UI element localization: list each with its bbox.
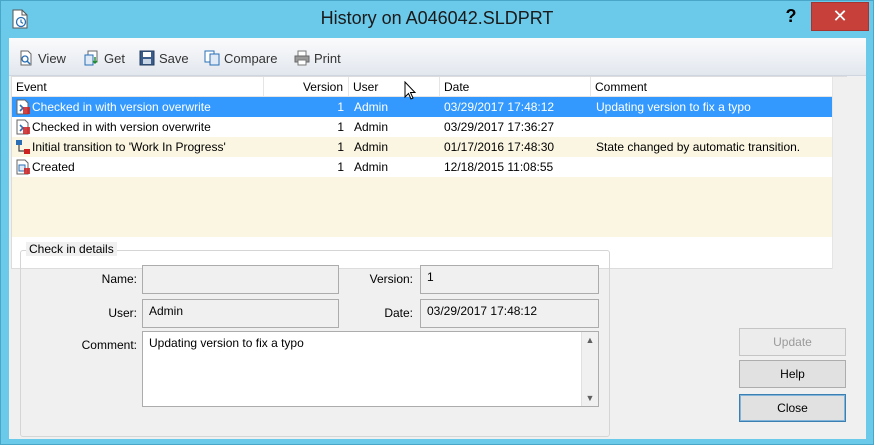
date-field[interactable]: 03/29/2017 17:48:12 bbox=[420, 299, 599, 328]
print-icon bbox=[294, 50, 310, 66]
get-button[interactable]: Get bbox=[84, 49, 125, 67]
update-button[interactable]: Update bbox=[739, 328, 846, 356]
column-header-user[interactable]: User bbox=[349, 77, 440, 97]
cell-event: Initial transition to 'Work In Progress' bbox=[32, 140, 226, 154]
empty-row bbox=[12, 197, 832, 217]
empty-row bbox=[12, 177, 832, 197]
comment-text: Updating version to fix a typo bbox=[149, 336, 304, 350]
save-label: Save bbox=[159, 50, 189, 66]
created-icon bbox=[16, 159, 30, 175]
column-header-date[interactable]: Date bbox=[440, 77, 591, 97]
checkin-icon bbox=[16, 119, 30, 135]
get-icon bbox=[84, 50, 98, 66]
cell-comment: State changed by automatic transition. bbox=[596, 140, 801, 154]
cell-user: Admin bbox=[354, 160, 389, 174]
column-header-event[interactable]: Event bbox=[12, 77, 264, 97]
table-row[interactable]: Checked in with version overwrite 1 Admin 0… bbox=[12, 97, 832, 117]
cell-comment: Updating version to fix a typo bbox=[596, 100, 751, 114]
cell-date: 12/18/2015 11:08:55 bbox=[444, 160, 554, 174]
cell-event: Created bbox=[32, 160, 75, 174]
checkin-icon bbox=[16, 99, 30, 115]
workflow-icon bbox=[16, 140, 30, 154]
save-icon bbox=[139, 50, 155, 66]
window-title: History on A046042.SLDPRT bbox=[320, 8, 554, 28]
list-scrollbar[interactable] bbox=[832, 77, 848, 269]
view-label: View bbox=[38, 50, 66, 66]
compare-label: Compare bbox=[224, 50, 278, 66]
cell-version: 1 bbox=[337, 140, 344, 154]
comment-label: Comment: bbox=[81, 338, 137, 352]
cell-date: 03/29/2017 17:36:27 bbox=[444, 120, 555, 134]
mouse-cursor-icon bbox=[404, 81, 417, 100]
cell-date: 01/17/2016 17:48:30 bbox=[444, 140, 555, 154]
save-button[interactable]: Save bbox=[139, 49, 189, 67]
user-label: User: bbox=[108, 306, 137, 320]
cell-version: 1 bbox=[337, 100, 344, 114]
dialog-body: View Get Save Compare Print Event Versio… bbox=[9, 38, 866, 439]
comment-scrollbar[interactable]: ▲ ▼ bbox=[581, 332, 598, 406]
cell-user: Admin bbox=[354, 140, 389, 154]
get-label: Get bbox=[104, 50, 125, 66]
version-label: Version: bbox=[369, 272, 413, 286]
close-icon[interactable]: ✕ bbox=[811, 2, 869, 31]
date-label: Date: bbox=[384, 306, 413, 320]
history-list[interactable]: Event Version User Date Comment Checked … bbox=[11, 76, 848, 269]
name-label: Name: bbox=[101, 272, 137, 286]
scroll-up-icon[interactable]: ▲ bbox=[582, 332, 598, 348]
column-header-version[interactable]: Version bbox=[264, 77, 349, 97]
comment-textarea[interactable]: Updating version to fix a typo ▲ ▼ bbox=[142, 331, 599, 407]
help-button[interactable]: Help bbox=[739, 360, 846, 388]
cell-comment bbox=[596, 117, 832, 137]
list-header: Event Version User Date Comment bbox=[12, 77, 832, 97]
cell-event: Checked in with version overwrite bbox=[32, 120, 211, 134]
table-row[interactable]: Checked in with version overwrite 1 Admin 0… bbox=[12, 117, 832, 137]
toolbar: View Get Save Compare Print bbox=[9, 38, 866, 76]
print-button[interactable]: Print bbox=[294, 49, 341, 67]
column-header-comment[interactable]: Comment bbox=[591, 77, 832, 97]
cell-version: 1 bbox=[337, 120, 344, 134]
scroll-down-icon[interactable]: ▼ bbox=[582, 390, 598, 406]
print-label: Print bbox=[314, 50, 341, 66]
compare-button[interactable]: Compare bbox=[204, 49, 277, 67]
view-icon bbox=[20, 50, 32, 66]
cell-version: 1 bbox=[337, 160, 344, 174]
history-window: History on A046042.SLDPRT ? ✕ View Get S… bbox=[0, 0, 874, 445]
help-icon[interactable]: ? bbox=[773, 2, 809, 31]
view-button[interactable]: View bbox=[18, 49, 66, 67]
title-bar[interactable]: History on A046042.SLDPRT ? ✕ bbox=[1, 1, 873, 37]
cell-user: Admin bbox=[354, 100, 389, 114]
name-field[interactable] bbox=[142, 265, 339, 294]
table-row[interactable]: Initial transition to 'Work In Progress'… bbox=[12, 137, 832, 157]
cell-user: Admin bbox=[354, 120, 389, 134]
user-field[interactable]: Admin bbox=[142, 299, 339, 328]
check-in-details-title: Check in details bbox=[26, 242, 117, 256]
cell-event: Checked in with version overwrite bbox=[32, 100, 211, 114]
cell-date: 03/29/2017 17:48:12 bbox=[444, 100, 555, 114]
compare-icon bbox=[204, 50, 220, 66]
cell-comment bbox=[596, 157, 832, 177]
empty-row bbox=[12, 217, 832, 237]
table-row[interactable]: Created 1 Admin 12/18/2015 11:08:55 bbox=[12, 157, 832, 177]
version-field[interactable]: 1 bbox=[420, 265, 599, 294]
close-button[interactable]: Close bbox=[739, 394, 846, 422]
